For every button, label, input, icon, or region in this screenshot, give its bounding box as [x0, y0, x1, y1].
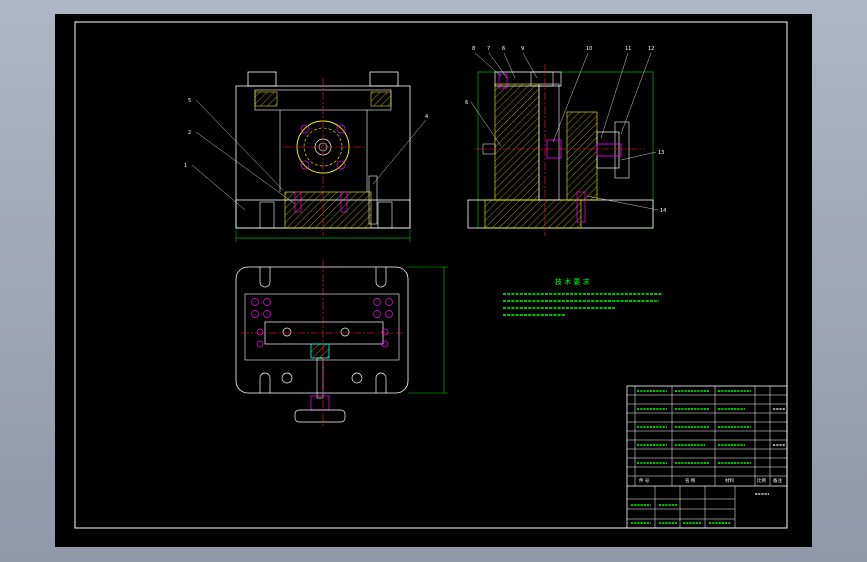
- side-balloon-top-4: 9: [521, 46, 524, 52]
- plan-center-block: [310, 343, 330, 359]
- side-balloon-left: 6: [465, 100, 468, 106]
- front-top-lug-right: [369, 71, 399, 87]
- front-balloon-2: 2: [188, 130, 191, 136]
- front-hatch-top-left: [254, 91, 278, 107]
- front-view: 5 2 1 4: [184, 71, 428, 242]
- side-balloon-14: 14: [660, 208, 666, 214]
- plan-u-slot-top-left: [259, 267, 271, 288]
- side-balloon-top-2: 7: [487, 46, 490, 52]
- title-block-label-scale: 比例: [757, 477, 766, 484]
- front-hatch-top-right: [370, 91, 392, 107]
- title-block-frame: [626, 385, 788, 529]
- side-view: 8 7 6 9 10 11 12 6 13 14: [465, 46, 666, 236]
- side-balloon-top-3: 6: [502, 46, 505, 52]
- technical-requirements: 技 术 要 求: [503, 277, 663, 316]
- plan-u-slot-bottom-right: [375, 372, 387, 393]
- drawing-border: [74, 21, 788, 529]
- side-clamping-screw: [596, 143, 622, 157]
- side-balloon-top-6: 11: [625, 46, 631, 52]
- side-balloon-top-5: 10: [586, 46, 592, 52]
- plan-screw-shaft: [316, 357, 324, 399]
- front-base-hatch: [284, 191, 372, 229]
- plan-bolt-holes: [251, 298, 393, 348]
- side-base-hatch: [484, 199, 582, 229]
- front-balloon-4: 4: [425, 114, 428, 120]
- parts-list-entries: [631, 390, 751, 524]
- front-balloon-5: 5: [188, 98, 191, 104]
- title-block: [626, 385, 788, 529]
- drawing-sheet: 5 2 1 4 8 7 6 9 10 11 12 6 13 14 技 术 要 求…: [55, 14, 812, 547]
- tech-req-title: 技 术 要 求: [555, 277, 590, 286]
- side-balloon-13: 13: [658, 150, 664, 156]
- plan-handle-knob: [294, 409, 346, 423]
- title-block-label-remarks: 备注: [773, 477, 782, 484]
- cad-drawing: 5 2 1 4 8 7 6 9 10 11 12 6 13 14 技 术 要 求…: [74, 21, 788, 529]
- side-knob: [596, 131, 620, 169]
- plan-u-slot-bottom-left: [259, 372, 271, 393]
- title-block-label-name: 名 称: [685, 477, 696, 484]
- plan-clamp-bar: [264, 321, 384, 345]
- side-column-hatch: [494, 83, 540, 201]
- plan-view: [235, 260, 448, 426]
- title-block-label-material: 材料: [725, 477, 734, 484]
- front-top-lug-left: [247, 71, 277, 87]
- side-balloon-top-7: 12: [648, 46, 654, 52]
- side-support-hatch: [566, 111, 598, 201]
- plan-u-slot-top-right: [375, 267, 387, 288]
- tech-req-text-lines: [503, 293, 663, 316]
- title-block-label-part-no: 件 号: [639, 477, 650, 484]
- side-balloon-top-1: 8: [472, 46, 475, 52]
- parts-list-columns: [634, 386, 771, 486]
- front-balloon-1: 1: [184, 163, 187, 169]
